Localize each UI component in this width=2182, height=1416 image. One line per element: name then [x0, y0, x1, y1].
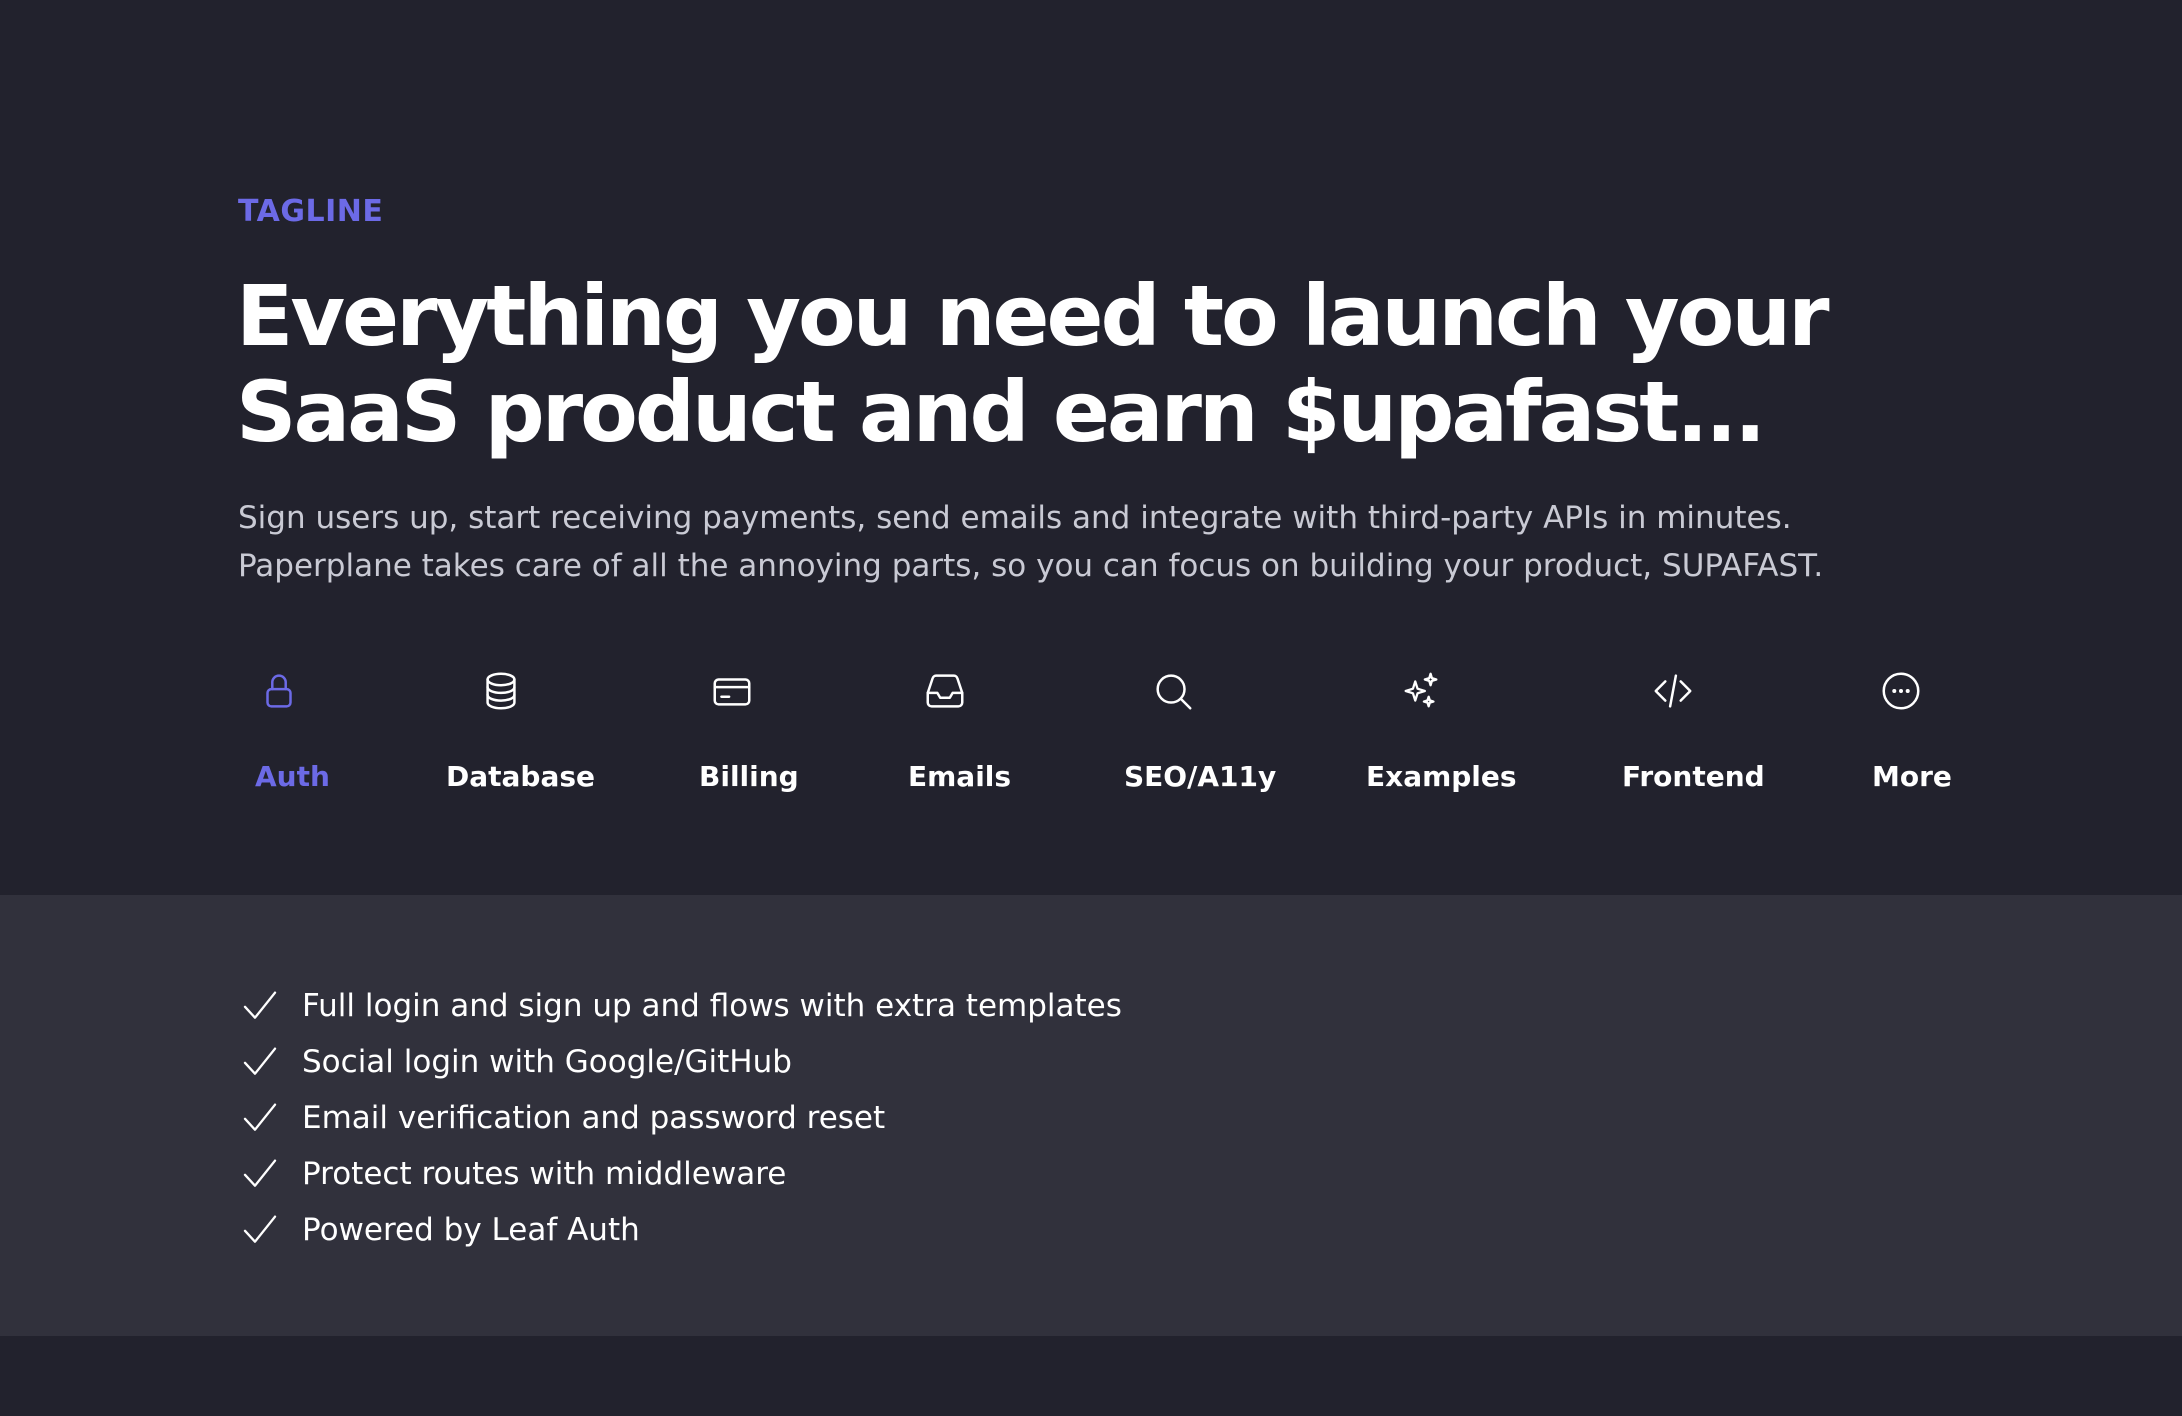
check-icon	[240, 1210, 280, 1250]
tab-more[interactable]: More	[1872, 660, 2072, 810]
tab-label: SEO/A11y	[1124, 760, 1277, 793]
headline-line-2: SaaS product and earn $upafast...	[236, 363, 1766, 461]
description-line-2: Paperplane takes care of all the annoyin…	[238, 548, 1824, 584]
feature-text: Protect routes with middleware	[302, 1156, 787, 1192]
check-icon	[240, 1042, 280, 1082]
list-item: Email verification and password reset	[240, 1090, 1122, 1146]
credit-card-icon	[709, 668, 755, 714]
feature-tabs: Auth Database Billing Emails SEO/A11y Ex…	[0, 660, 2182, 810]
hero-section: TAGLINE Everything you need to launch yo…	[0, 0, 2182, 895]
features-panel: Full login and sign up and flows with ex…	[0, 895, 2182, 1336]
list-item: Full login and sign up and flows with ex…	[240, 978, 1122, 1034]
tagline: TAGLINE	[238, 194, 384, 229]
tab-frontend[interactable]: Frontend	[1622, 660, 1822, 810]
tab-label: Auth	[255, 760, 330, 793]
list-item: Protect routes with middleware	[240, 1146, 1122, 1202]
check-icon	[240, 986, 280, 1026]
feature-text: Email verification and password reset	[302, 1100, 886, 1136]
lock-icon	[256, 668, 302, 714]
tab-database[interactable]: Database	[446, 660, 646, 810]
headline-line-1: Everything you need to launch your	[236, 267, 1830, 365]
feature-text: Social login with Google/GitHub	[302, 1044, 792, 1080]
tab-emails[interactable]: Emails	[908, 660, 1108, 810]
sparkles-icon	[1398, 668, 1444, 714]
inbox-icon	[922, 668, 968, 714]
tab-billing[interactable]: Billing	[699, 660, 899, 810]
tab-examples[interactable]: Examples	[1366, 660, 1566, 810]
feature-list: Full login and sign up and flows with ex…	[240, 978, 1122, 1258]
tab-label: Frontend	[1622, 760, 1765, 793]
tab-label: Emails	[908, 760, 1012, 793]
hero-description: Sign users up, start receiving payments,…	[238, 494, 2038, 590]
list-item: Social login with Google/GitHub	[240, 1034, 1122, 1090]
feature-text: Powered by Leaf Auth	[302, 1212, 640, 1248]
check-icon	[240, 1154, 280, 1194]
tab-auth[interactable]: Auth	[230, 660, 430, 810]
check-icon	[240, 1098, 280, 1138]
tab-label: Database	[446, 760, 596, 793]
feature-text: Full login and sign up and flows with ex…	[302, 988, 1122, 1024]
search-icon	[1150, 668, 1196, 714]
tab-label: Examples	[1366, 760, 1517, 793]
list-item: Powered by Leaf Auth	[240, 1202, 1122, 1258]
footer-band	[0, 1336, 2182, 1416]
page-title: Everything you need to launch your SaaS …	[236, 268, 2036, 460]
tab-label: Billing	[699, 760, 799, 793]
more-circle-icon	[1878, 668, 1924, 714]
code-icon	[1650, 668, 1696, 714]
description-line-1: Sign users up, start receiving payments,…	[238, 500, 1792, 536]
tab-seo-a11y[interactable]: SEO/A11y	[1124, 660, 1324, 810]
database-icon	[478, 668, 524, 714]
tab-label: More	[1872, 760, 1952, 793]
